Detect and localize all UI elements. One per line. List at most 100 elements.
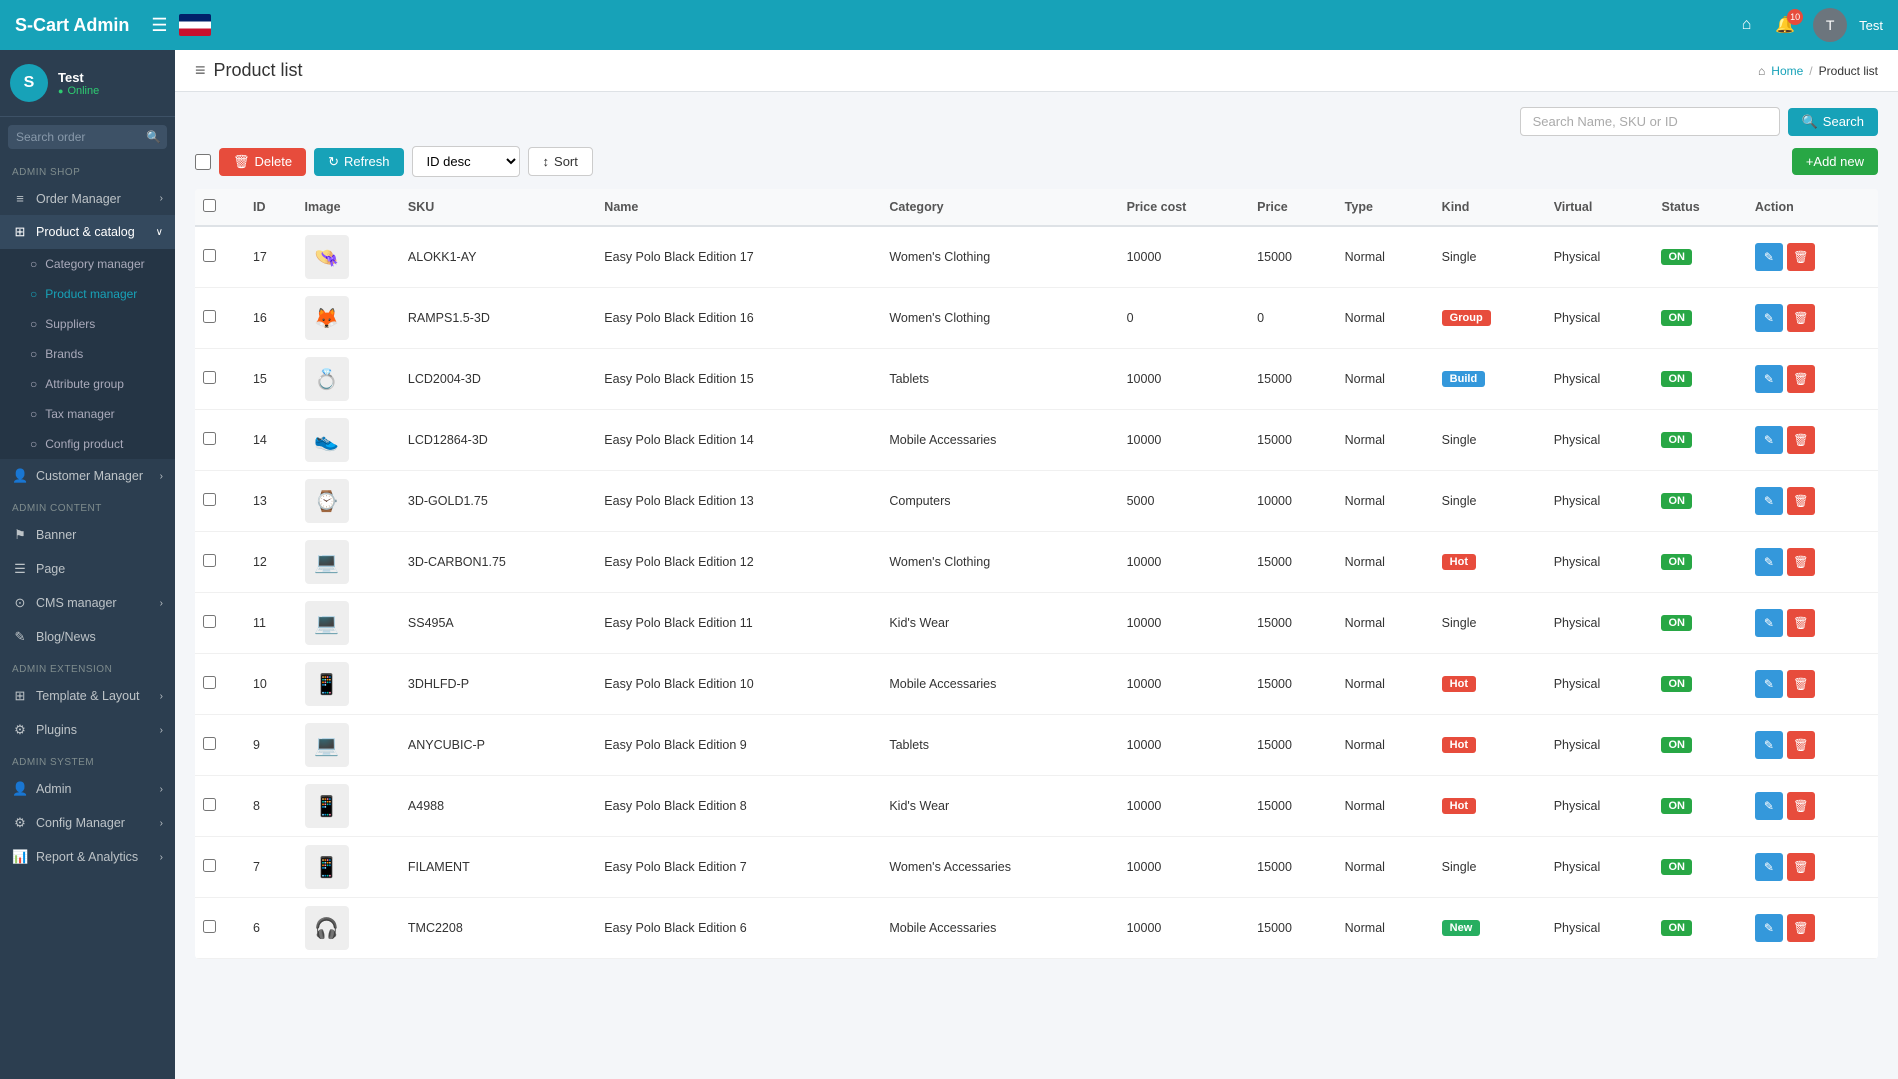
row-checkbox[interactable] — [203, 432, 216, 445]
add-new-label: +Add new — [1806, 154, 1864, 169]
row-delete-button[interactable]: 🗑 — [1787, 792, 1815, 820]
header-checkbox[interactable] — [203, 199, 216, 212]
row-virtual: Physical — [1546, 837, 1654, 898]
user-label[interactable]: Test — [1859, 18, 1883, 33]
row-delete-button[interactable]: 🗑 — [1787, 609, 1815, 637]
row-price-cost: 10000 — [1119, 837, 1250, 898]
sidebar-sub-brands[interactable]: ○ Brands — [0, 339, 175, 369]
row-delete-button[interactable]: 🗑 — [1787, 914, 1815, 942]
breadcrumb-separator: / — [1809, 64, 1812, 78]
row-name: Easy Polo Black Edition 10 — [596, 654, 881, 715]
edit-button[interactable]: ✎ — [1755, 365, 1783, 393]
status-badge: ON — [1661, 615, 1692, 631]
table-row: 16 🦊 RAMPS1.5-3D Easy Polo Black Edition… — [195, 288, 1878, 349]
sidebar-item-customer-manager[interactable]: 👤 Customer Manager › — [0, 459, 175, 493]
row-type: Normal — [1337, 349, 1434, 410]
sidebar-item-admin[interactable]: 👤 Admin › — [0, 772, 175, 806]
row-delete-button[interactable]: 🗑 — [1787, 731, 1815, 759]
search-order-input[interactable] — [8, 125, 167, 149]
language-flag[interactable] — [179, 14, 211, 36]
edit-button[interactable]: ✎ — [1755, 548, 1783, 576]
row-delete-button[interactable]: 🗑 — [1787, 853, 1815, 881]
product-manager-icon: ○ — [30, 287, 37, 301]
row-checkbox[interactable] — [203, 676, 216, 689]
refresh-icon: ↻ — [328, 154, 339, 170]
sidebar-item-cms-manager[interactable]: ⊙ CMS manager › — [0, 586, 175, 620]
product-search-input[interactable] — [1520, 107, 1780, 136]
edit-button[interactable]: ✎ — [1755, 853, 1783, 881]
sort-button[interactable]: ↕ Sort — [528, 147, 593, 176]
row-checkbox[interactable] — [203, 371, 216, 384]
order-manager-arrow: › — [160, 193, 163, 204]
row-checkbox[interactable] — [203, 493, 216, 506]
notification-badge: 10 — [1787, 9, 1803, 25]
row-name: Easy Polo Black Edition 17 — [596, 226, 881, 288]
sidebar-item-banner[interactable]: ⚑ Banner — [0, 518, 175, 552]
edit-button[interactable]: ✎ — [1755, 792, 1783, 820]
col-price-cost: Price cost — [1119, 189, 1250, 226]
row-checkbox[interactable] — [203, 249, 216, 262]
row-status: ON — [1653, 471, 1746, 532]
edit-button[interactable]: ✎ — [1755, 670, 1783, 698]
sidebar-item-page[interactable]: ☰ Page — [0, 552, 175, 586]
edit-button[interactable]: ✎ — [1755, 731, 1783, 759]
sidebar-item-plugins[interactable]: ⚙ Plugins › — [0, 713, 175, 747]
notification-icon[interactable]: 🔔 10 — [1775, 15, 1795, 35]
product-search-button[interactable]: 🔍 Search — [1788, 108, 1878, 136]
row-checkbox[interactable] — [203, 920, 216, 933]
row-category: Mobile Accessaries — [881, 898, 1118, 959]
row-action: ✎ 🗑 — [1747, 532, 1878, 593]
sidebar-sub-product-manager[interactable]: ○ Product manager — [0, 279, 175, 309]
sidebar-item-template-layout[interactable]: ⊞ Template & Layout › — [0, 679, 175, 713]
sidebar-section-admin-system: ADMIN SYSTEM — [0, 747, 175, 772]
edit-button[interactable]: ✎ — [1755, 609, 1783, 637]
row-delete-button[interactable]: 🗑 — [1787, 487, 1815, 515]
row-price: 15000 — [1249, 410, 1336, 471]
table-row: 7 📱 FILAMENT Easy Polo Black Edition 7 W… — [195, 837, 1878, 898]
sidebar-item-config-manager[interactable]: ⚙ Config Manager › — [0, 806, 175, 840]
product-image: 🎧 — [305, 906, 349, 950]
add-new-button[interactable]: +Add new — [1792, 148, 1878, 175]
sidebar-sub-attribute-group[interactable]: ○ Attribute group — [0, 369, 175, 399]
sidebar-sub-config-product[interactable]: ○ Config product — [0, 429, 175, 459]
row-id: 15 — [245, 349, 297, 410]
row-checkbox[interactable] — [203, 798, 216, 811]
sort-select[interactable]: ID desc ID asc Name asc Name desc — [412, 146, 520, 177]
row-delete-button[interactable]: 🗑 — [1787, 304, 1815, 332]
refresh-button[interactable]: ↻ Refresh — [314, 148, 403, 176]
sidebar-item-blog-news[interactable]: ✎ Blog/News — [0, 620, 175, 654]
select-all-checkbox[interactable] — [195, 154, 211, 170]
edit-button[interactable]: ✎ — [1755, 304, 1783, 332]
search-icon[interactable]: 🔍 — [146, 130, 161, 144]
row-delete-button[interactable]: 🗑 — [1787, 243, 1815, 271]
row-checkbox[interactable] — [203, 310, 216, 323]
row-delete-button[interactable]: 🗑 — [1787, 365, 1815, 393]
user-avatar[interactable]: T — [1813, 8, 1847, 42]
sidebar-sub-category-manager[interactable]: ○ Category manager — [0, 249, 175, 279]
row-checkbox-cell — [195, 837, 245, 898]
sidebar-sub-tax-manager[interactable]: ○ Tax manager — [0, 399, 175, 429]
row-checkbox[interactable] — [203, 859, 216, 872]
sidebar-item-product-catalog[interactable]: ⊞ Product & catalog ∨ — [0, 215, 175, 249]
edit-button[interactable]: ✎ — [1755, 914, 1783, 942]
row-status: ON — [1653, 226, 1746, 288]
sidebar-item-report-analytics[interactable]: 📊 Report & Analytics › — [0, 840, 175, 874]
row-price-cost: 10000 — [1119, 226, 1250, 288]
sidebar-sub-suppliers[interactable]: ○ Suppliers — [0, 309, 175, 339]
sidebar-item-order-manager[interactable]: ≡ Order Manager › — [0, 182, 175, 215]
breadcrumb-home-link[interactable]: Home — [1771, 64, 1803, 78]
row-checkbox[interactable] — [203, 737, 216, 750]
row-delete-button[interactable]: 🗑 — [1787, 548, 1815, 576]
home-icon[interactable]: ⌂ — [1742, 16, 1752, 34]
row-delete-button[interactable]: 🗑 — [1787, 670, 1815, 698]
edit-button[interactable]: ✎ — [1755, 426, 1783, 454]
edit-button[interactable]: ✎ — [1755, 487, 1783, 515]
row-checkbox[interactable] — [203, 615, 216, 628]
row-delete-button[interactable]: 🗑 — [1787, 426, 1815, 454]
config-manager-label: Config Manager — [36, 816, 125, 830]
row-checkbox[interactable] — [203, 554, 216, 567]
delete-button[interactable]: 🗑 Delete — [219, 148, 306, 176]
menu-icon[interactable]: ☰ — [151, 15, 167, 36]
edit-button[interactable]: ✎ — [1755, 243, 1783, 271]
template-layout-label: Template & Layout — [36, 689, 140, 703]
